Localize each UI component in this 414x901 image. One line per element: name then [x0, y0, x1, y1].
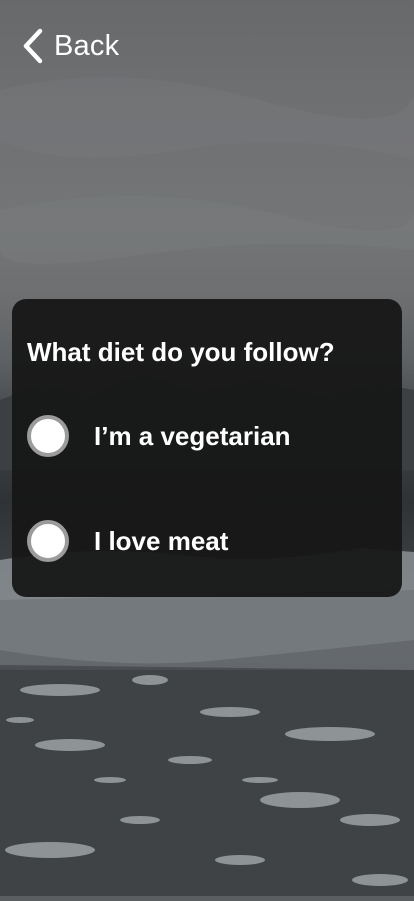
back-button[interactable]: Back — [22, 26, 119, 66]
diet-question-card: What diet do you follow? I’m a vegetaria… — [12, 299, 402, 597]
chevron-left-icon — [22, 28, 44, 64]
option-vegetarian[interactable]: I’m a vegetarian — [27, 411, 387, 461]
radio-button-vegetarian[interactable] — [27, 415, 69, 457]
option-label-vegetarian: I’m a vegetarian — [94, 420, 291, 451]
option-label-meat: I love meat — [94, 525, 229, 556]
question-title: What diet do you follow? — [27, 337, 335, 367]
back-label: Back — [54, 29, 120, 62]
option-meat[interactable]: I love meat — [27, 516, 387, 566]
radio-button-meat[interactable] — [27, 520, 69, 562]
